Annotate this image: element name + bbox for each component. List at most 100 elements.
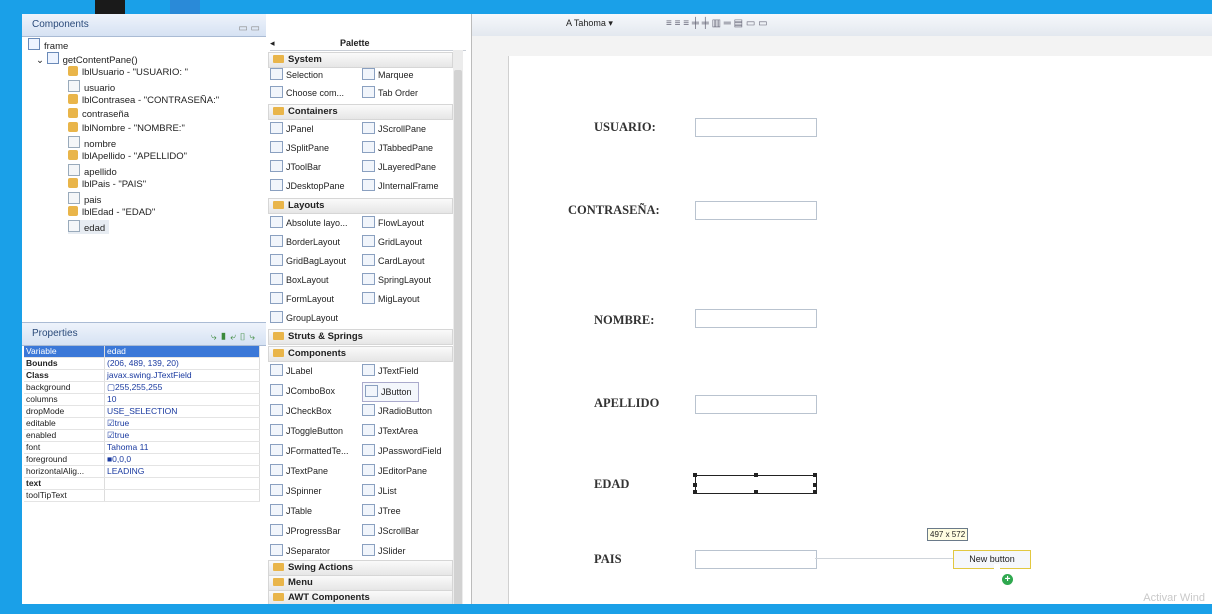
palette-category-awt[interactable]: AWT Components bbox=[268, 590, 453, 604]
resize-handle[interactable] bbox=[813, 490, 817, 494]
tree-item[interactable]: nombre bbox=[68, 136, 116, 150]
property-row[interactable]: font Tahoma 11 bbox=[24, 441, 260, 454]
palette-item[interactable]: JPanel bbox=[270, 120, 314, 138]
palette-item[interactable]: Tab Order bbox=[362, 84, 418, 102]
resize-handle[interactable] bbox=[813, 473, 817, 477]
property-row[interactable]: Class javax.swing.JTextField bbox=[24, 369, 260, 382]
palette-item[interactable]: JList bbox=[362, 482, 397, 500]
nombre-field[interactable] bbox=[695, 309, 817, 328]
editable-checkbox[interactable]: ☑true bbox=[104, 417, 260, 430]
palette-item[interactable]: JTextField bbox=[362, 362, 419, 380]
palette-item[interactable]: JEditorPane bbox=[362, 462, 427, 480]
palette-item[interactable]: Marquee bbox=[362, 66, 414, 84]
palette-item[interactable]: JDesktopPane bbox=[270, 177, 345, 195]
palette-category-layouts[interactable]: Layouts bbox=[268, 198, 453, 214]
palette-item[interactable]: JPasswordField bbox=[362, 442, 442, 460]
tree-item[interactable]: usuario bbox=[68, 80, 115, 94]
tree-item[interactable]: lblEdad - "EDAD" bbox=[68, 206, 155, 220]
palette-category-components[interactable]: Components bbox=[268, 346, 453, 362]
tree-item[interactable]: lblApellido - "APELLIDO" bbox=[68, 150, 187, 164]
edad-label[interactable]: EDAD bbox=[594, 477, 629, 492]
pais-field[interactable] bbox=[695, 550, 817, 569]
palette-item[interactable]: JLabel bbox=[270, 362, 313, 380]
collapse-icon[interactable]: ◂ bbox=[270, 36, 275, 50]
window-tab[interactable] bbox=[95, 0, 125, 14]
tree-item[interactable]: lblUsuario - "USUARIO: " bbox=[68, 66, 188, 80]
palette-item[interactable]: JInternalFrame bbox=[362, 177, 439, 195]
palette-item[interactable]: JScrollPane bbox=[362, 120, 426, 138]
properties-toolbar-icons[interactable]: ⤷▮⤶▯⤷ bbox=[211, 327, 258, 349]
resize-handle[interactable] bbox=[813, 483, 817, 487]
background-value[interactable]: ▢255,255,255 bbox=[104, 381, 260, 394]
pais-label[interactable]: PAIS bbox=[594, 552, 622, 567]
palette-item[interactable]: Choose com... bbox=[270, 84, 344, 102]
contrasena-label[interactable]: CONTRASEÑA: bbox=[568, 203, 660, 218]
palette-item[interactable]: CardLayout bbox=[362, 252, 425, 270]
usuario-field[interactable] bbox=[695, 118, 817, 137]
palette-item[interactable]: JCheckBox bbox=[270, 402, 332, 420]
palette-item[interactable]: JFormattedTe... bbox=[270, 442, 349, 460]
usuario-label[interactable]: USUARIO: bbox=[594, 120, 656, 135]
property-row[interactable]: columns 10 bbox=[24, 393, 260, 406]
palette-item-jbutton[interactable]: JButton bbox=[362, 382, 419, 402]
property-row[interactable]: text bbox=[24, 477, 260, 490]
palette-item[interactable]: JLayeredPane bbox=[362, 158, 436, 176]
property-row[interactable]: foreground ■0,0,0 bbox=[24, 453, 260, 466]
tree-item-contentpane[interactable]: ⌄ getContentPane() bbox=[36, 52, 138, 66]
palette-item[interactable]: JSpinner bbox=[270, 482, 322, 500]
new-button-drop-preview[interactable]: New button bbox=[953, 550, 1031, 569]
palette-item[interactable]: Selection bbox=[270, 66, 323, 84]
components-tree[interactable]: frame ⌄ getContentPane() lblUsuario - "U… bbox=[22, 38, 266, 324]
resize-handle[interactable] bbox=[754, 490, 758, 494]
palette-item[interactable]: JTextArea bbox=[362, 422, 418, 440]
property-row[interactable]: Bounds (206, 489, 139, 20) bbox=[24, 357, 260, 370]
resize-handle[interactable] bbox=[754, 473, 758, 477]
palette-item[interactable]: JProgressBar bbox=[270, 522, 341, 540]
tree-item-frame[interactable]: frame bbox=[28, 38, 68, 52]
palette-item[interactable]: JSlider bbox=[362, 542, 406, 560]
palette-item[interactable]: FlowLayout bbox=[362, 214, 424, 232]
palette-category-menu[interactable]: Menu bbox=[268, 575, 453, 591]
palette-item[interactable]: JSeparator bbox=[270, 542, 330, 560]
alignment-buttons[interactable]: ≡ ≡ ≡ ╪ ╪ ▥ ═ ▤ ▭ ▭ bbox=[666, 18, 768, 29]
scrollbar-thumb[interactable] bbox=[454, 70, 462, 604]
palette-category-struts-springs[interactable]: Struts & Springs bbox=[268, 329, 453, 345]
contrasena-field[interactable] bbox=[695, 201, 817, 220]
edad-field-selected[interactable] bbox=[693, 473, 817, 494]
property-row[interactable]: horizontalAlig... LEADING bbox=[24, 465, 260, 478]
palette-item[interactable]: JTabbedPane bbox=[362, 139, 433, 157]
tree-item[interactable]: lblContrasea - "CONTRASEÑA:" bbox=[68, 94, 219, 108]
property-row[interactable]: dropMode USE_SELECTION bbox=[24, 405, 260, 418]
palette-scrollbar[interactable] bbox=[453, 50, 463, 604]
palette-item[interactable]: GridLayout bbox=[362, 233, 422, 251]
palette-item[interactable]: Absolute layo... bbox=[270, 214, 348, 232]
palette-item[interactable]: JSplitPane bbox=[270, 139, 329, 157]
property-row[interactable]: enabled ☑true bbox=[24, 429, 260, 442]
tree-item[interactable]: lblNombre - "NOMBRE:" bbox=[68, 122, 185, 136]
enabled-checkbox[interactable]: ☑true bbox=[104, 429, 260, 442]
property-row[interactable]: toolTipText bbox=[24, 489, 260, 502]
apellido-field[interactable] bbox=[695, 395, 817, 414]
palette-category-containers[interactable]: Containers bbox=[268, 104, 453, 120]
palette-item[interactable]: GridBagLayout bbox=[270, 252, 346, 270]
palette-item[interactable]: BoxLayout bbox=[270, 271, 329, 289]
palette-item[interactable]: MigLayout bbox=[362, 290, 420, 308]
tree-item[interactable]: apellido bbox=[68, 164, 117, 178]
palette-item[interactable]: JToolBar bbox=[270, 158, 321, 176]
palette-item[interactable]: JTree bbox=[362, 502, 401, 520]
property-row[interactable]: background ▢255,255,255 bbox=[24, 381, 260, 394]
palette-item[interactable]: JTable bbox=[270, 502, 312, 520]
tree-item-selected[interactable]: edad bbox=[68, 220, 110, 234]
window-tab[interactable] bbox=[170, 0, 200, 14]
palette-item[interactable]: BorderLayout bbox=[270, 233, 340, 251]
panel-menu-icon[interactable]: ▭ ▭ bbox=[238, 18, 260, 40]
properties-table[interactable]: Variable edad Bounds (206, 489, 139, 20) C… bbox=[24, 346, 260, 502]
tree-item[interactable]: contraseña bbox=[68, 108, 129, 122]
palette-item[interactable]: JTextPane bbox=[270, 462, 328, 480]
palette-item[interactable]: GroupLayout bbox=[270, 309, 338, 327]
resize-handle[interactable] bbox=[693, 490, 697, 494]
property-row[interactable]: editable ☑true bbox=[24, 417, 260, 430]
palette-item[interactable]: JScrollBar bbox=[362, 522, 419, 540]
palette-item[interactable]: JRadioButton bbox=[362, 402, 432, 420]
palette-item[interactable]: JToggleButton bbox=[270, 422, 343, 440]
